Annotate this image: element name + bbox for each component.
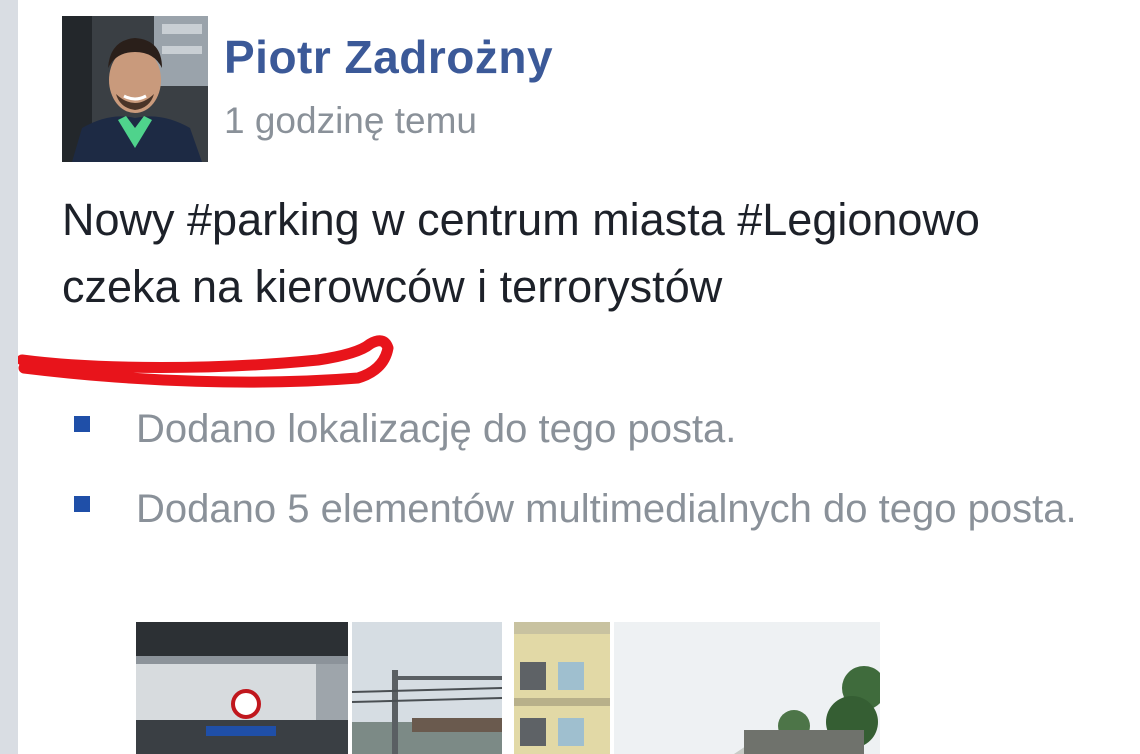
bullet-icon xyxy=(74,496,90,512)
post-timestamp[interactable]: 1 godzinę temu xyxy=(224,100,477,142)
bullet-icon xyxy=(74,416,90,432)
avatar-photo xyxy=(62,16,208,162)
media-thumbnail-railway[interactable] xyxy=(352,622,502,754)
facebook-post: Piotr Zadrożny 1 godzinę temu Nowy #park… xyxy=(18,0,1140,754)
location-added-note: Dodano lokalizację do tego posta. xyxy=(136,407,737,451)
red-underline-annotation xyxy=(18,335,394,388)
media-added-note: Dodano 5 elementów multimedialnych do te… xyxy=(136,487,1077,531)
avatar[interactable] xyxy=(62,16,208,162)
railway-photo xyxy=(352,622,502,754)
parking-garage-photo xyxy=(136,622,348,754)
media-thumbnail-building[interactable] xyxy=(514,622,610,754)
media-thumbnail-street[interactable] xyxy=(614,622,880,754)
post-text: Nowy #parking w centrum miasta #Legionow… xyxy=(62,194,980,312)
left-rail xyxy=(0,0,18,754)
street-trees-photo xyxy=(614,622,880,754)
apartment-building-photo xyxy=(514,622,610,754)
media-thumbnail-parking[interactable] xyxy=(136,622,348,754)
author-name[interactable]: Piotr Zadrożny xyxy=(224,30,553,84)
